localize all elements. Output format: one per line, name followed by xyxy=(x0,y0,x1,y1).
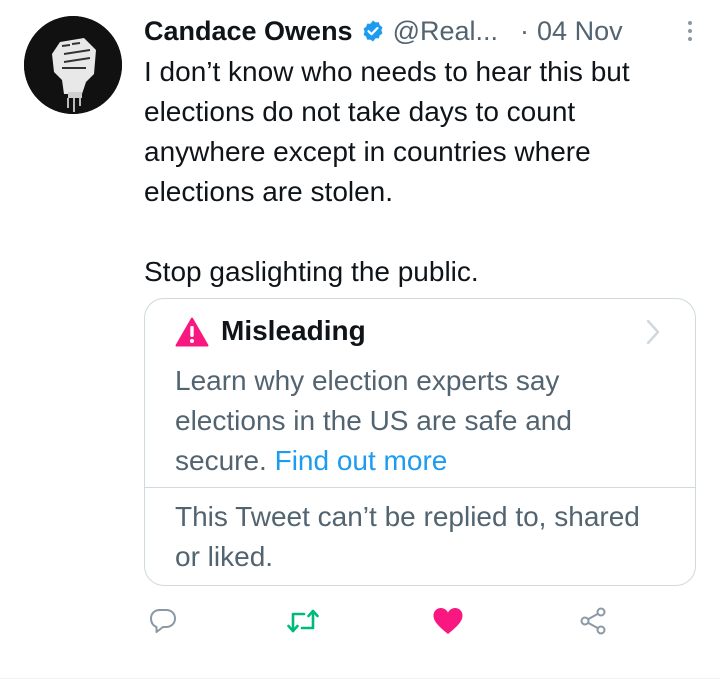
tweet-header: Candace Owens @Real... · 04 Nov xyxy=(144,12,698,50)
raised-fist-avatar-image xyxy=(24,16,122,114)
restriction-message: This Tweet can’t be replied to, shared o… xyxy=(175,501,640,572)
reply-icon[interactable] xyxy=(148,606,178,641)
like-heart-icon[interactable] xyxy=(432,606,464,641)
avatar[interactable] xyxy=(24,16,122,114)
find-out-more-link[interactable]: Find out more xyxy=(275,445,448,476)
tweet-actions-bar xyxy=(144,606,624,646)
notice-description: Learn why election experts say elections… xyxy=(175,361,665,481)
verified-badge-icon xyxy=(361,19,385,43)
author-handle[interactable]: @Real... xyxy=(393,16,498,47)
separator-dot: · xyxy=(520,15,530,46)
retweet-icon[interactable] xyxy=(286,606,320,641)
tweet-date[interactable]: 04 Nov xyxy=(537,16,623,47)
chevron-right-icon[interactable] xyxy=(645,319,661,350)
notice-info-section[interactable]: Misleading Learn why election experts sa… xyxy=(145,299,695,488)
share-icon[interactable] xyxy=(578,606,608,641)
author-name[interactable]: Candace Owens xyxy=(144,16,353,47)
misleading-notice-card[interactable]: Misleading Learn why election experts sa… xyxy=(144,298,696,586)
warning-triangle-icon xyxy=(175,317,209,352)
tweet-text: I don’t know who needs to hear this but … xyxy=(144,56,630,287)
more-options-icon[interactable] xyxy=(688,21,698,41)
notice-title: Misleading xyxy=(221,315,366,346)
